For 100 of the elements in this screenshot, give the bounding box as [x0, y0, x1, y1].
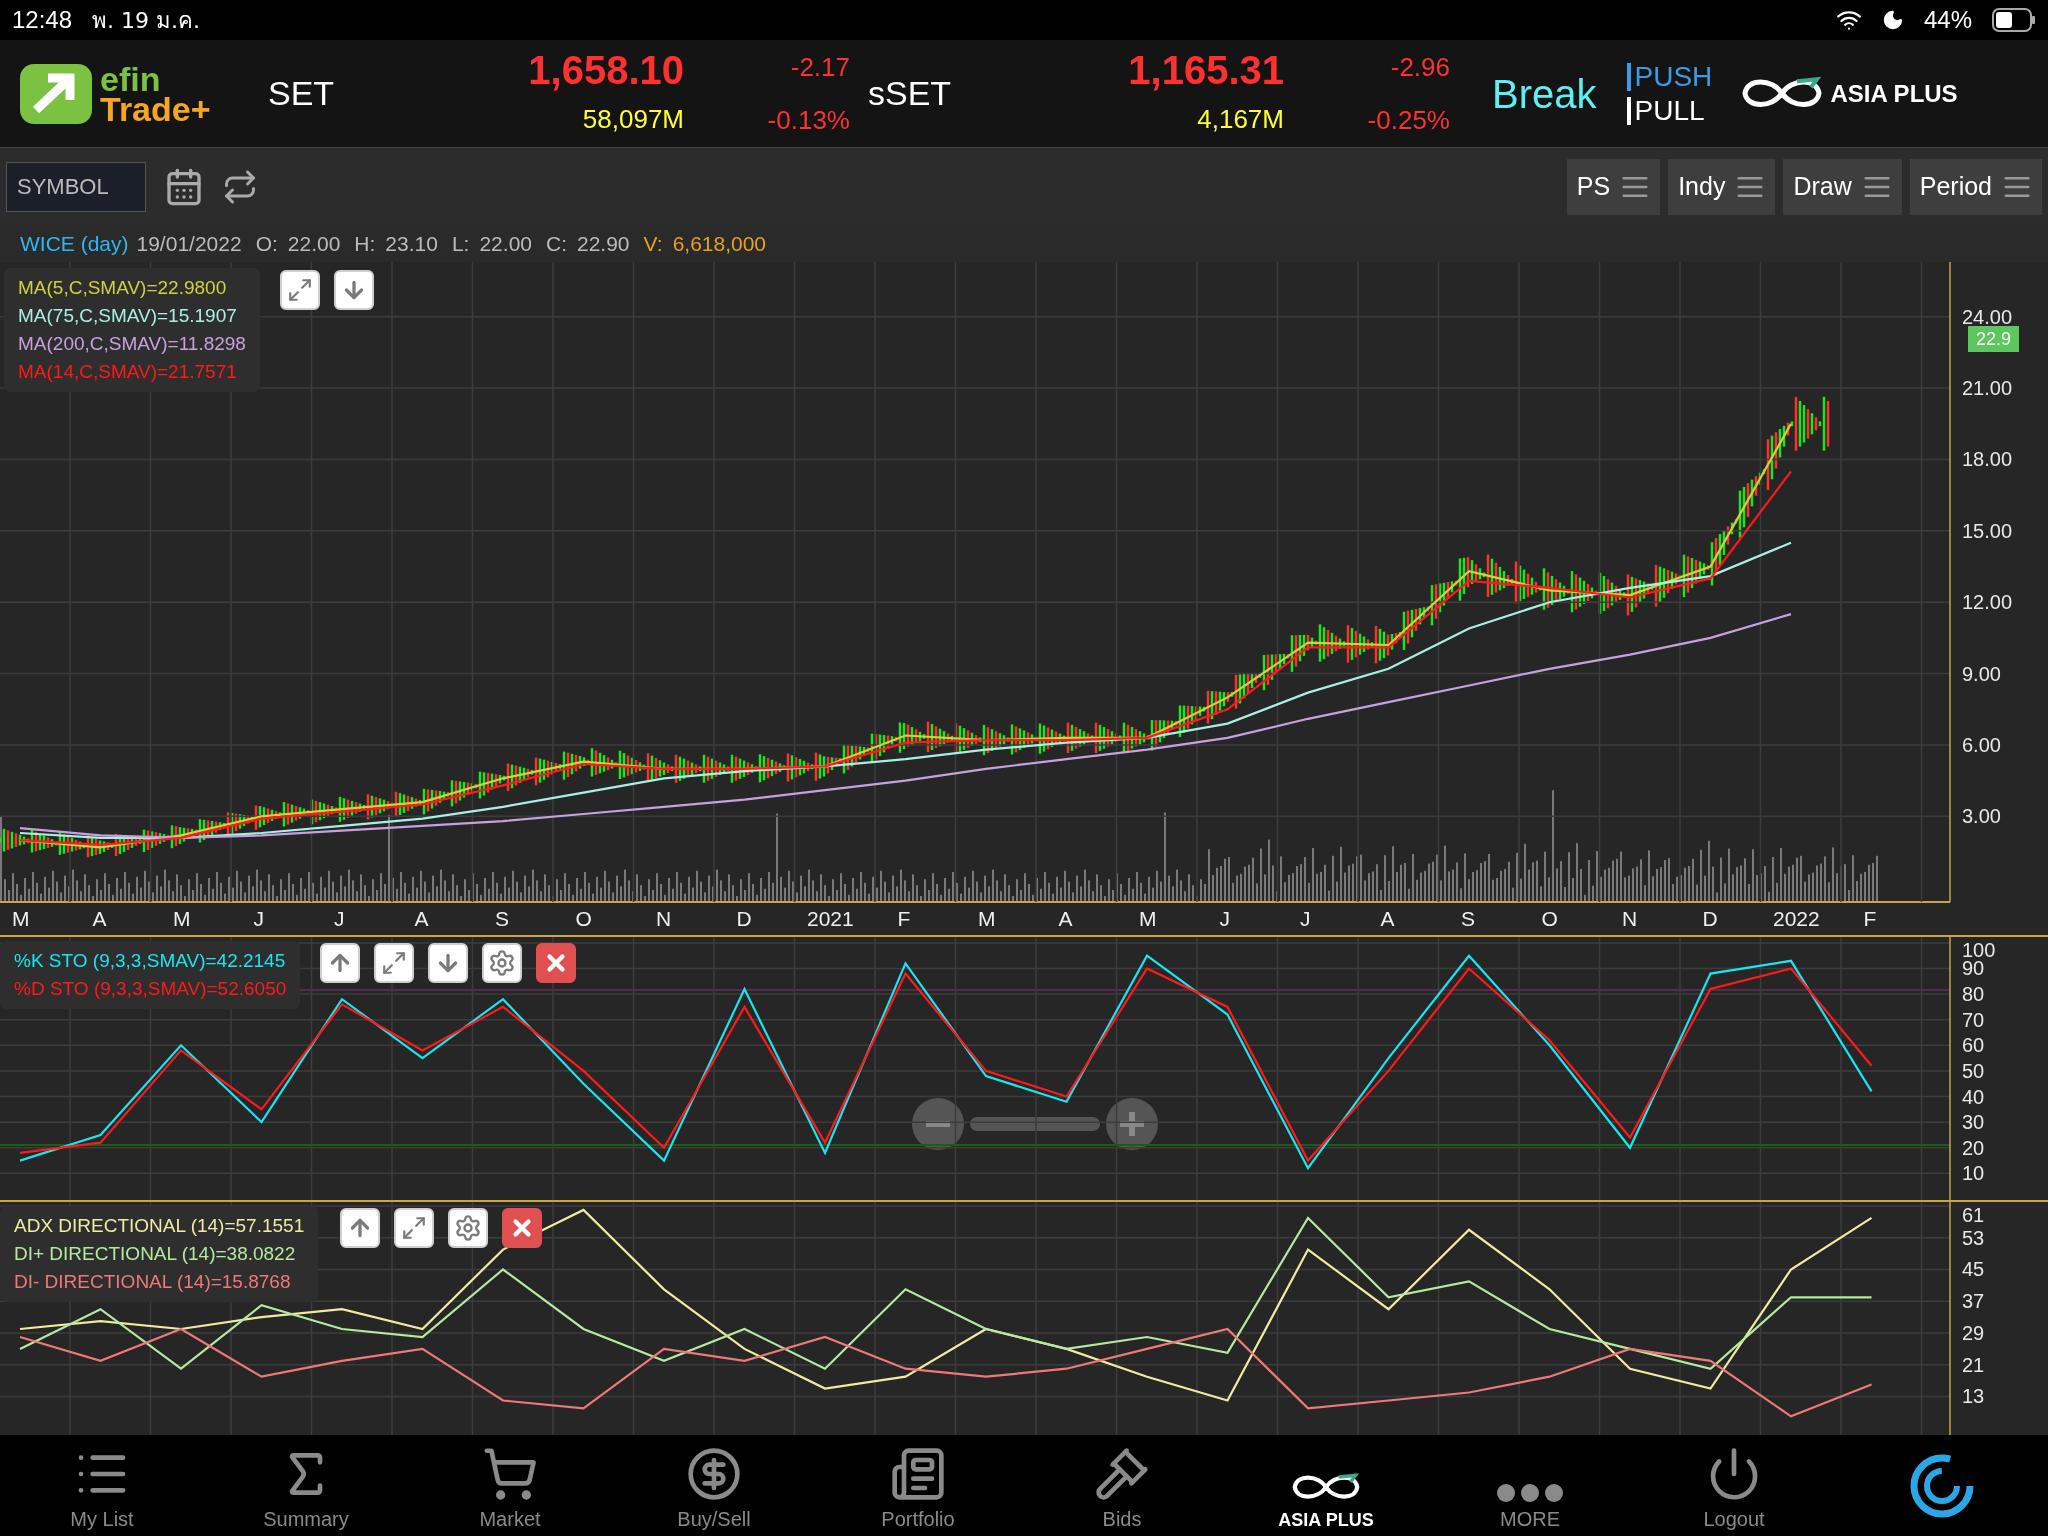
axis-tick-label: 13 [1962, 1385, 1985, 1408]
last-price-tag: 22.9 [1968, 326, 2020, 352]
axis-tick-label: 9.00 [1962, 662, 2001, 685]
legend-text: %D STO (9,3,3,SMAV)=52.6050 [14, 977, 287, 1001]
index-percent: -0.25% [1367, 103, 1450, 137]
legend-text: ADX DIRECTIONAL (14)=57.1551 [14, 1214, 305, 1238]
symbol-label: WICE (day) [20, 230, 129, 257]
plus-icon [1120, 1112, 1144, 1136]
legend-text: %K STO (9,3,3,SMAV)=42.2145 [14, 949, 287, 973]
logo-text: Trade+ [100, 93, 211, 124]
axis-month-label: M [12, 907, 30, 930]
nav-tab[interactable]: My List [0, 1437, 204, 1534]
axis-month-label: S [1461, 907, 1475, 930]
axis-tick-label: 12.00 [1962, 591, 2013, 614]
pull-label[interactable]: PULL [1626, 96, 1737, 125]
axis-tick-label: 80 [1962, 983, 1985, 1006]
nav-tab[interactable]: MORE [1428, 1437, 1632, 1534]
axis-tick-label: 15.00 [1962, 519, 2013, 542]
axis-month-label: O [1541, 907, 1558, 930]
axis-tick-label: 30 [1962, 1111, 1985, 1134]
legend-text: MA(75,C,SMAV)=15.1907 [18, 304, 238, 328]
axis-tick-label: 20 [1962, 1136, 1985, 1159]
broker-logo-text: ASIA PLUS [1830, 78, 1958, 109]
axis-tick-label: 3.00 [1962, 805, 2001, 828]
axis-month-label: 2022 [1773, 907, 1820, 930]
minus-icon [926, 1121, 950, 1127]
expand-icon [401, 1215, 427, 1241]
axis-month-label: D [1702, 907, 1718, 930]
calendar-icon[interactable] [164, 166, 204, 207]
symbol-field[interactable]: SYMBOL [6, 161, 146, 212]
axis-tick-label: 61 [1962, 1204, 1985, 1226]
settings-icon [488, 949, 516, 977]
nav-tab[interactable]: Summary [204, 1437, 408, 1534]
axis-tick-label: 29 [1962, 1322, 1985, 1344]
index-name: SET [268, 73, 336, 114]
move-down-button[interactable] [428, 943, 468, 983]
move-up-button[interactable] [320, 943, 360, 983]
nav-tab[interactable]: Market [408, 1437, 612, 1534]
axis-month-label: N [1622, 907, 1638, 930]
battery-percent: 44% [1923, 5, 1972, 35]
moon-icon [1881, 9, 1904, 31]
axis-month-label: J [1300, 907, 1311, 930]
axis-month-label: J [334, 907, 345, 930]
expand-button[interactable] [374, 943, 414, 983]
legend-text: DI- DIRECTIONAL (14)=15.8768 [14, 1270, 292, 1294]
move-down-button[interactable] [334, 270, 374, 310]
nav-tab[interactable]: Bids [1020, 1437, 1224, 1534]
close-button[interactable] [536, 943, 576, 983]
expand-button[interactable] [280, 270, 320, 310]
axis-tick-label: 40 [1962, 1085, 1985, 1108]
axis-month-label: D [736, 907, 752, 930]
axis-month-label: 2021 [807, 907, 854, 930]
toolbar-button[interactable]: PS [1566, 158, 1661, 215]
quote-field-label: H: [354, 230, 376, 257]
push-label[interactable]: PUSH [1626, 62, 1737, 91]
axis-month-label: A [1058, 907, 1073, 930]
nav-tab[interactable]: Logout [1632, 1437, 1836, 1534]
index-change: -2.96 [1390, 50, 1450, 84]
settings-button[interactable] [448, 1208, 488, 1248]
index-percent: -0.13% [767, 103, 850, 137]
quote-field-value: 22.00 [479, 230, 532, 257]
more-icon [1497, 1483, 1563, 1502]
axis-tick-label: 21 [1962, 1353, 1985, 1376]
clock-text: 12:48 [12, 5, 73, 35]
dollar-icon [686, 1445, 742, 1502]
expand-icon [381, 950, 407, 976]
toolbar-button[interactable]: Indy [1668, 158, 1776, 215]
nav-tab[interactable]: ASIA PLUS [1224, 1437, 1428, 1534]
break-label[interactable]: Break [1492, 63, 1597, 124]
axis-tick-label: 18.00 [1962, 448, 2013, 471]
axis-tick-label: 37 [1962, 1290, 1985, 1313]
index-volume: 58,097M [582, 103, 684, 136]
axis-tick-label: 45 [1962, 1258, 1985, 1281]
document-icon [890, 1445, 946, 1502]
legend-text: MA(200,C,SMAV)=11.8298 [18, 332, 246, 356]
move-up-button[interactable] [340, 1208, 380, 1248]
axis-month-label: M [173, 907, 191, 930]
axis-tick-label: 53 [1962, 1226, 1985, 1249]
date-text: พ. 19 ม.ค. [92, 6, 201, 35]
nav-tab[interactable]: Buy/Sell [612, 1437, 816, 1534]
legend-text: MA(5,C,SMAV)=22.9800 [18, 276, 228, 300]
axis-month-label: M [1139, 907, 1157, 930]
axis-tick-label: 60 [1962, 1034, 1985, 1057]
toolbar-button[interactable]: Period [1909, 158, 2042, 215]
quote-field-label: V: [643, 230, 663, 257]
axis-tick-label: 6.00 [1962, 733, 2001, 756]
quote-field-value: 23.10 [385, 230, 438, 257]
axis-tick-label: 10 [1962, 1162, 1985, 1185]
expand-button[interactable] [394, 1208, 434, 1248]
index-value: 1,658.10 [528, 48, 684, 92]
legend-text: DI+ DIRECTIONAL (14)=38.0822 [14, 1242, 297, 1266]
axis-month-label: F [1863, 907, 1877, 930]
settings-button[interactable] [482, 943, 522, 983]
legend-text: MA(14,C,SMAV)=21.7571 [18, 360, 238, 384]
nav-tab[interactable]: Portfolio [816, 1437, 1020, 1534]
refresh-icon[interactable] [222, 168, 258, 205]
axis-month-label: J [1219, 907, 1230, 930]
close-button[interactable] [502, 1208, 542, 1248]
toolbar-button[interactable]: Draw [1783, 158, 1902, 215]
axis-tick-label: 21.00 [1962, 377, 2013, 400]
